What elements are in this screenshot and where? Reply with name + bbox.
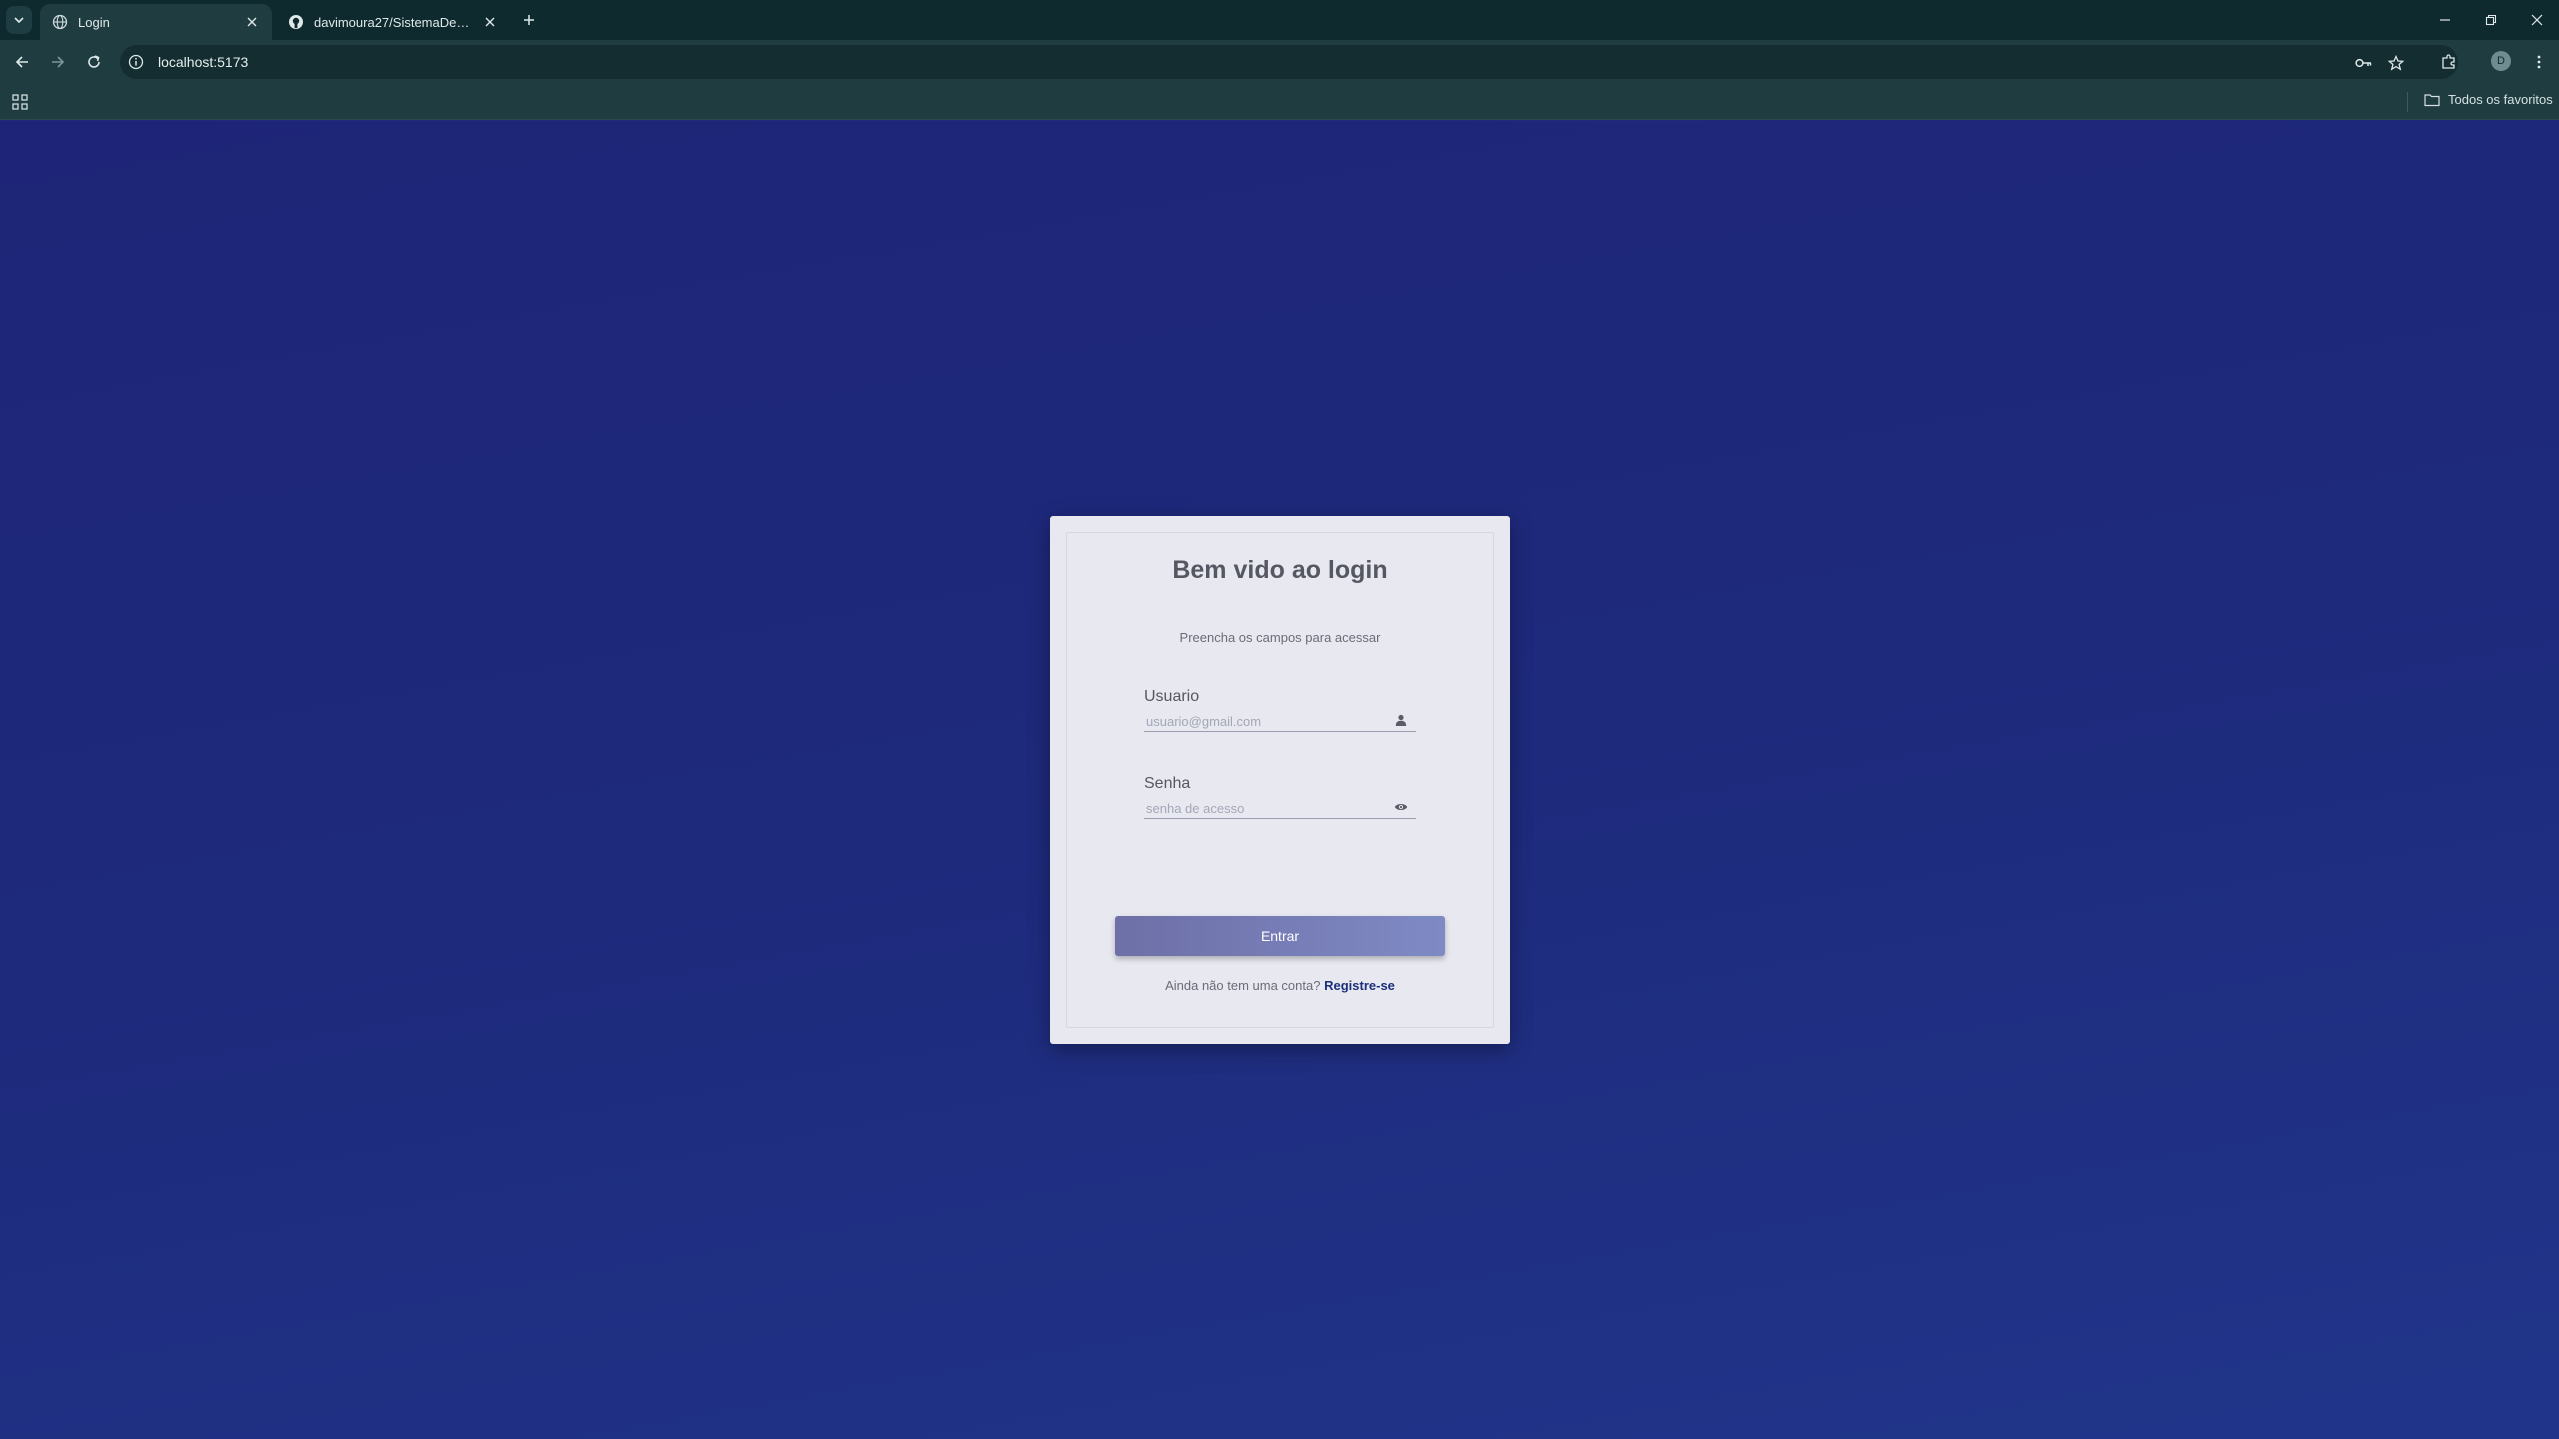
close-icon xyxy=(485,17,495,27)
tab-title: davimoura27/SistemaDeAuthentication xyxy=(314,14,472,30)
plus-icon xyxy=(524,15,534,25)
tab-search-button[interactable] xyxy=(6,6,32,34)
chevron-down-icon xyxy=(14,17,24,24)
arrow-left-icon xyxy=(15,56,28,68)
restore-button[interactable] xyxy=(2476,8,2506,32)
close-window-button[interactable] xyxy=(2522,8,2552,32)
password-key-button[interactable] xyxy=(2354,54,2374,72)
minimize-icon xyxy=(2440,19,2450,21)
register-link[interactable]: Registre-se xyxy=(1324,978,1395,993)
user-input[interactable] xyxy=(1146,712,1386,730)
all-bookmarks-button[interactable]: Todos os favoritos xyxy=(2424,92,2553,107)
new-tab-button[interactable] xyxy=(519,10,539,30)
tab-github[interactable]: davimoura27/SistemaDeAuthentication xyxy=(276,4,510,40)
close-icon xyxy=(247,17,257,27)
login-subtitle: Preencha os campos para acessar xyxy=(1179,630,1381,645)
more-vertical-icon xyxy=(2537,55,2541,69)
user-icon xyxy=(1394,713,1408,727)
bookmarks-divider xyxy=(2407,92,2408,112)
user-label: Usuario xyxy=(1144,688,1200,705)
globe-icon xyxy=(52,14,68,30)
login-submit-button[interactable]: Entrar xyxy=(1115,916,1445,956)
close-tab-button[interactable] xyxy=(482,14,498,30)
site-info-icon[interactable] xyxy=(128,54,144,70)
bookmark-star-button[interactable] xyxy=(2386,54,2406,72)
url-text[interactable]: localhost:5173 xyxy=(158,54,248,70)
tab-login[interactable]: Login xyxy=(40,4,272,40)
puzzle-icon xyxy=(2442,54,2455,69)
eye-icon[interactable] xyxy=(1394,800,1408,814)
register-prompt: Ainda não tem uma conta? Registre-se xyxy=(1050,978,1510,993)
browser-toolbar: localhost:5173 xyxy=(0,40,2559,84)
reload-icon xyxy=(88,55,100,68)
close-tab-button[interactable] xyxy=(244,14,260,30)
forward-button[interactable] xyxy=(46,50,70,74)
extensions-button[interactable] xyxy=(2437,50,2461,74)
page-background: Bem vido ao login Preencha os campos par… xyxy=(0,121,2559,1439)
reload-button[interactable] xyxy=(82,50,106,74)
tab-title: Login xyxy=(78,14,110,30)
login-title: Bem vido ao login xyxy=(1172,556,1388,584)
star-icon xyxy=(2388,55,2404,71)
user-field xyxy=(1144,710,1416,732)
register-text: Ainda não tem uma conta? xyxy=(1165,978,1321,993)
key-icon xyxy=(2355,58,2372,68)
password-label: Senha xyxy=(1144,775,1191,792)
login-card: Bem vido ao login Preencha os campos par… xyxy=(1050,516,1510,1044)
apps-grid-icon[interactable] xyxy=(11,93,29,111)
address-bar[interactable]: localhost:5173 xyxy=(120,45,2458,79)
browser-menu-button[interactable] xyxy=(2527,50,2551,74)
password-field xyxy=(1144,797,1416,819)
profile-avatar[interactable]: D xyxy=(2491,51,2511,71)
tab-strip: Login davimoura27/SistemaDeAuthenticatio… xyxy=(0,0,2559,40)
folder-icon xyxy=(2424,93,2440,106)
restore-icon xyxy=(2485,14,2497,26)
bookmarks-bar: Todos os favoritos xyxy=(0,84,2559,120)
arrow-right-icon xyxy=(52,56,65,68)
password-input[interactable] xyxy=(1146,799,1386,817)
close-icon xyxy=(2531,14,2543,26)
minimize-button[interactable] xyxy=(2430,8,2460,32)
all-bookmarks-label: Todos os favoritos xyxy=(2448,92,2553,107)
github-icon xyxy=(289,15,303,29)
back-button[interactable] xyxy=(10,50,34,74)
